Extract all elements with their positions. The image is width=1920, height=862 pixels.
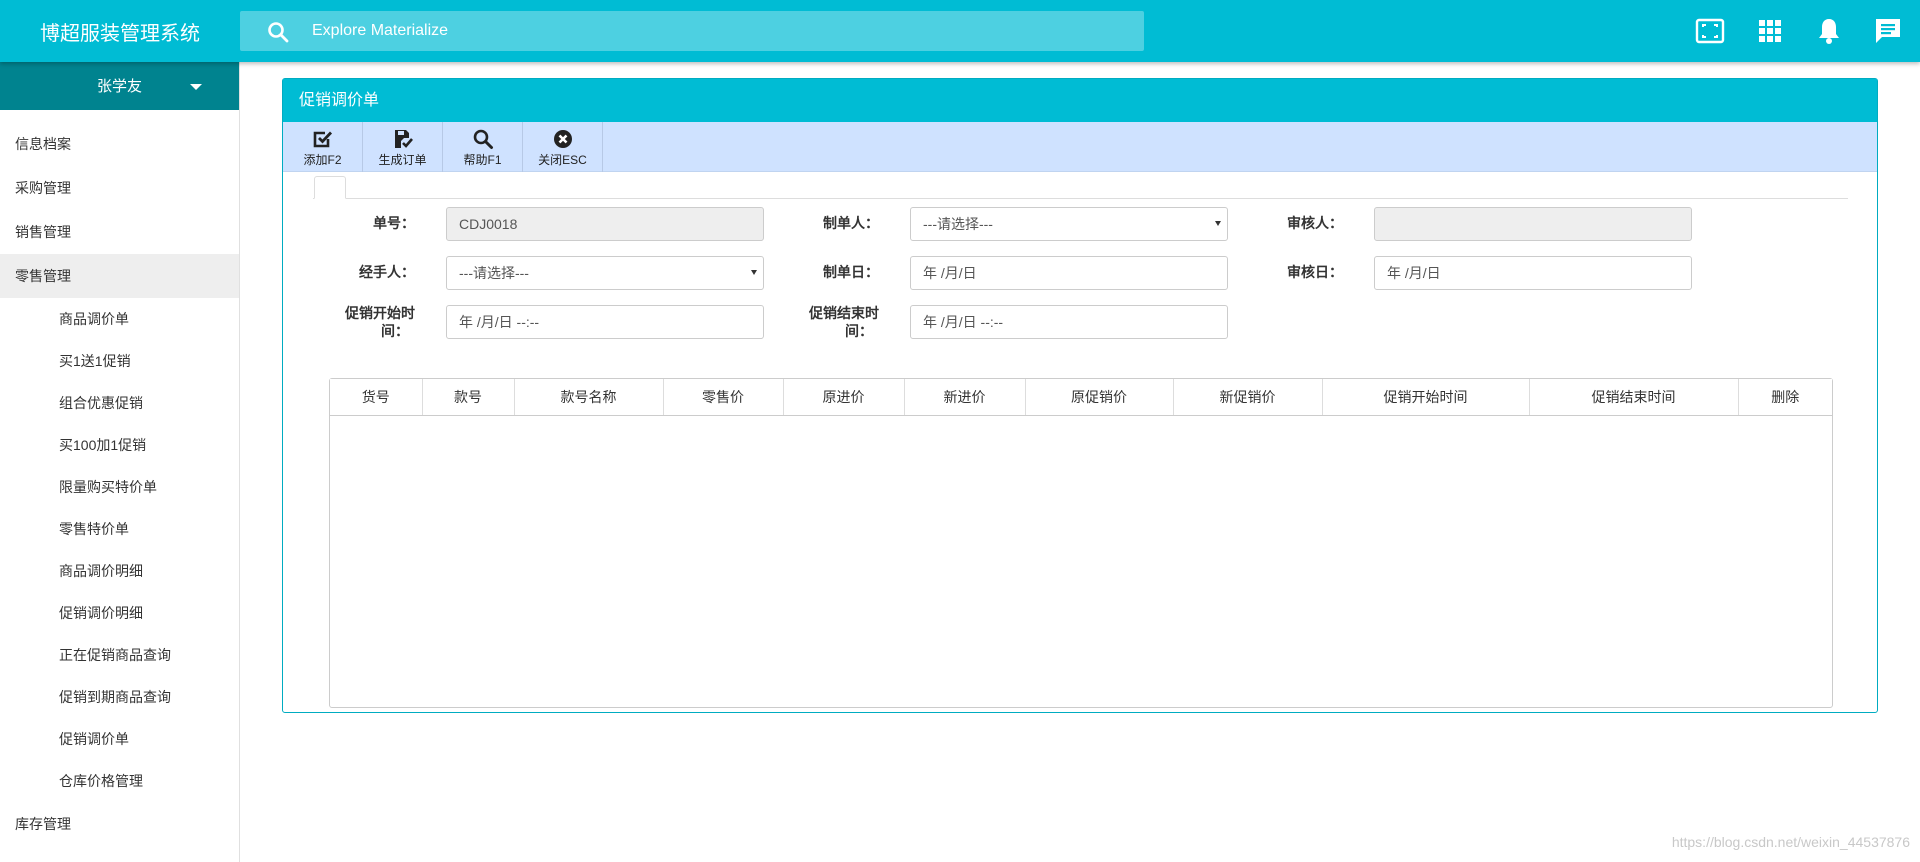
toolbar: 添加F2 生成订单 帮助F1 关闭ESC [283, 122, 1877, 172]
creator-select[interactable]: ---请选择--- [910, 207, 1228, 241]
close-circle-icon [553, 130, 572, 148]
promo-end-label-line1: 促销结束时 [809, 305, 879, 321]
sidebar: 张学友 信息档案 采购管理 销售管理 零售管理 商品调价单 买1送1促销 组合优… [0, 62, 240, 862]
handler-select-value: ---请选择--- [459, 265, 529, 281]
submenu-item[interactable]: 仓库价格管理 [0, 760, 239, 802]
search-input[interactable] [312, 11, 1112, 51]
column-header: 新进价 [904, 379, 1026, 416]
submenu-item[interactable]: 买1送1促销 [0, 340, 239, 382]
order-no-field[interactable]: CDJ0018 [446, 207, 764, 241]
submenu-item[interactable]: 商品调价单 [0, 298, 239, 340]
promo-price-panel: 促销调价单 添加F2 生成订单 帮助F1 关闭ESC 单号： CDJ0018 制… [282, 78, 1878, 713]
column-header: 新促销价 [1173, 379, 1323, 416]
promo-start-label-line1: 促销开始时 [345, 305, 415, 321]
generate-order-label: 生成订单 [378, 153, 427, 167]
promo-start-label-line2: 间： [381, 323, 409, 339]
menu-item-inventory[interactable]: 库存管理 [0, 802, 239, 846]
reviewer-field[interactable] [1374, 207, 1692, 241]
menu-item-purchase[interactable]: 采购管理 [0, 166, 239, 210]
reviewer-label: 审核人： [1287, 215, 1343, 231]
column-header: 零售价 [663, 379, 784, 416]
promo-end-label: 促销结束时 间： [789, 304, 879, 340]
save-check-icon [394, 130, 413, 148]
chevron-down-icon [1215, 221, 1221, 226]
notifications-icon[interactable] [1814, 16, 1844, 46]
add-button-label: 添加F2 [303, 153, 342, 167]
search-icon [473, 129, 493, 149]
watermark: https://blog.csdn.net/weixin_44537876 [1671, 834, 1910, 850]
fullscreen-icon[interactable] [1695, 16, 1725, 46]
order-no-label: 单号： [373, 215, 415, 231]
submenu-item[interactable]: 买100加1促销 [0, 424, 239, 466]
submenu-item[interactable]: 促销到期商品查询 [0, 676, 239, 718]
menu-item-sales[interactable]: 销售管理 [0, 210, 239, 254]
help-button[interactable]: 帮助F1 [443, 122, 523, 172]
submenu-item[interactable]: 零售特价单 [0, 508, 239, 550]
column-header: 促销开始时间 [1322, 379, 1530, 416]
handler-label: 经手人： [359, 264, 415, 280]
chevron-down-icon [751, 270, 757, 275]
review-date-label: 审核日： [1287, 264, 1343, 280]
close-button[interactable]: 关闭ESC [523, 122, 603, 172]
submenu-item[interactable]: 组合优惠促销 [0, 382, 239, 424]
search-icon[interactable] [266, 20, 290, 44]
top-app-bar: 博超服装管理系统 [0, 0, 1920, 62]
tab-strip [313, 176, 1848, 199]
column-header: 货号 [330, 379, 423, 416]
table-header-row: 货号 款号 款号名称 零售价 原进价 新进价 原促销价 新促销价 促销开始时间 … [330, 379, 1832, 416]
menu-item-info-archive[interactable]: 信息档案 [0, 122, 239, 166]
submenu-item[interactable]: 促销调价单 [0, 718, 239, 760]
user-name: 张学友 [96, 78, 142, 95]
close-button-label: 关闭ESC [538, 153, 587, 167]
create-date-label: 制单日： [823, 264, 879, 280]
apps-icon[interactable] [1755, 16, 1785, 46]
search-bar[interactable] [240, 11, 1144, 51]
submenu-item[interactable]: 正在促销商品查询 [0, 634, 239, 676]
column-header: 删除 [1738, 379, 1832, 416]
submenu-item[interactable]: 促销调价明细 [0, 592, 239, 634]
chevron-down-icon[interactable] [190, 84, 202, 90]
promo-start-input[interactable]: 年 /月/日 --:-- [446, 305, 764, 339]
submenu-item[interactable]: 商品调价明细 [0, 550, 239, 592]
submenu-item[interactable]: 限量购买特价单 [0, 466, 239, 508]
column-header: 款号名称 [514, 379, 664, 416]
price-adjust-table: 货号 款号 款号名称 零售价 原进价 新进价 原促销价 新促销价 促销开始时间 … [329, 378, 1833, 708]
column-header: 款号 [422, 379, 515, 416]
promo-end-input[interactable]: 年 /月/日 --:-- [910, 305, 1228, 339]
column-header: 原促销价 [1025, 379, 1174, 416]
add-button[interactable]: 添加F2 [283, 122, 363, 172]
help-button-label: 帮助F1 [463, 153, 502, 167]
promo-end-label-line2: 间： [845, 323, 873, 339]
app-title: 博超服装管理系统 [40, 21, 200, 45]
generate-order-button[interactable]: 生成订单 [363, 122, 443, 172]
tab-default[interactable] [314, 176, 346, 199]
column-header: 原进价 [783, 379, 905, 416]
menu-item-retail[interactable]: 零售管理 [0, 254, 239, 298]
column-header: 促销结束时间 [1529, 379, 1739, 416]
chat-icon[interactable] [1873, 16, 1903, 46]
promo-start-label: 促销开始时 间： [325, 304, 415, 340]
create-date-input[interactable]: 年 /月/日 [910, 256, 1228, 290]
creator-select-value: ---请选择--- [923, 216, 993, 232]
user-dropdown[interactable]: 张学友 [0, 62, 239, 110]
review-date-input[interactable]: 年 /月/日 [1374, 256, 1692, 290]
handler-select[interactable]: ---请选择--- [446, 256, 764, 290]
check-square-icon [313, 131, 332, 148]
creator-label: 制单人： [823, 215, 879, 231]
panel-title: 促销调价单 [283, 79, 1877, 122]
